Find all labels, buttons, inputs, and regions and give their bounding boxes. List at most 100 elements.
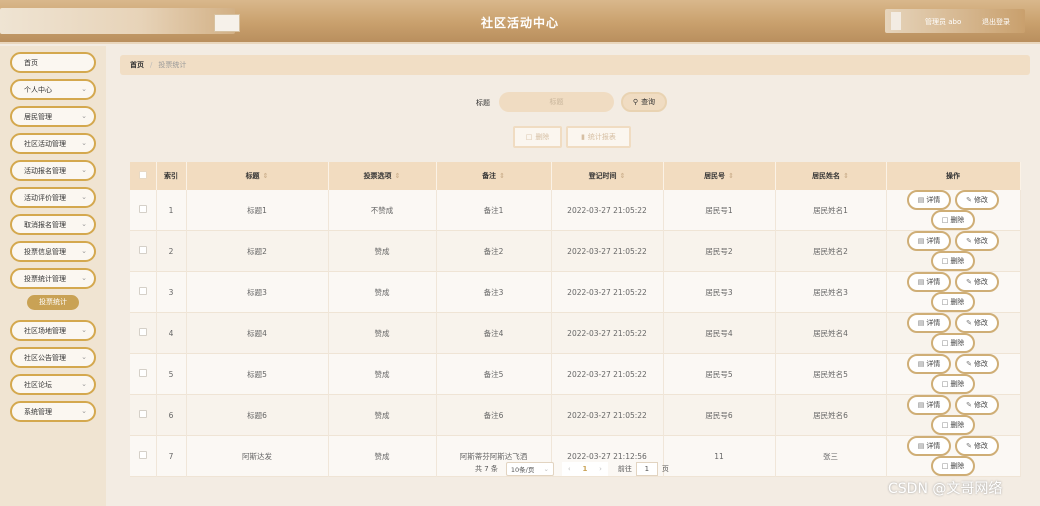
sort-icon[interactable]: ⇕ xyxy=(728,172,734,180)
sidebar-item[interactable]: 取消报名管理 ⌄ xyxy=(10,214,96,235)
search-button[interactable]: ⚲ 查询 xyxy=(621,92,667,112)
table-row: 1 标题1 不赞成 备注1 2022-03-27 21:05:22 居民号1 居民姓名1 ▤ 详… xyxy=(130,190,1021,231)
edit-button[interactable]: ✎ 修改 xyxy=(955,395,999,415)
detail-button[interactable]: ▤ 详情 xyxy=(907,395,951,415)
detail-button[interactable]: ▤ 详情 xyxy=(907,313,951,333)
edit-button[interactable]: ✎ 修改 xyxy=(955,436,999,456)
delete-button[interactable]: □ 删除 xyxy=(931,333,975,353)
page-size-select[interactable]: 10条/页 ⌄ xyxy=(505,462,554,476)
column-header[interactable]: 标题 ⇕ xyxy=(186,162,329,190)
column-header[interactable]: 备注 ⇕ xyxy=(436,162,552,190)
table-cell: 2022-03-27 21:05:22 xyxy=(551,230,664,272)
edit-button-label: 修改 xyxy=(973,360,988,368)
sort-icon[interactable]: ⇕ xyxy=(395,172,401,180)
detail-button-label: 详情 xyxy=(926,237,941,245)
sidebar-item[interactable]: 居民管理 ⌄ xyxy=(10,106,96,127)
row-checkbox[interactable] xyxy=(138,369,147,377)
detail-button[interactable]: ▤ 详情 xyxy=(907,190,951,210)
table-cell: 4 xyxy=(156,312,187,354)
detail-button-label: 详情 xyxy=(926,442,941,450)
edit-button[interactable]: ✎ 修改 xyxy=(955,272,999,292)
delete-button[interactable]: □ 删除 xyxy=(931,210,975,230)
current-page[interactable]: 1 xyxy=(582,465,587,473)
table-cell: 备注5 xyxy=(436,353,552,395)
sidebar: 首页个人中心 ⌄ 居民管理 ⌄ 社区活动管理 ⌄ 活动报名管理 ⌄ 活动评价管理 ⌄ 取消报名管理 ⌄… xyxy=(0,46,106,506)
sidebar-item[interactable]: 投票统计管理 ⌄ xyxy=(10,268,96,289)
select-all-checkbox[interactable] xyxy=(138,171,147,179)
pencil-icon: ✎ xyxy=(966,401,972,409)
page-navigator: ‹ 1 › xyxy=(561,462,608,476)
detail-button[interactable]: ▤ 详情 xyxy=(907,272,951,292)
delete-button[interactable]: □ 删除 xyxy=(931,251,975,271)
sidebar-item[interactable]: 首页 xyxy=(10,52,96,73)
sort-icon[interactable]: ⇕ xyxy=(499,172,505,180)
pagination: 共 7 条 10条/页 ⌄ ‹ 1 › 前往 1 页 xyxy=(475,462,669,476)
delete-button[interactable]: □ 删除 xyxy=(931,456,975,476)
row-checkbox[interactable] xyxy=(138,410,147,418)
column-header[interactable]: 登记时间 ⇕ xyxy=(551,162,664,190)
sidebar-item[interactable]: 投票信息管理 ⌄ xyxy=(10,241,96,262)
delete-button[interactable]: □ 删除 xyxy=(931,374,975,394)
edit-button-label: 修改 xyxy=(973,442,988,450)
row-checkbox[interactable] xyxy=(138,287,147,295)
sidebar-item[interactable]: 社区活动管理 ⌄ xyxy=(10,133,96,154)
row-checkbox[interactable] xyxy=(138,246,147,254)
pencil-icon: ✎ xyxy=(966,196,972,204)
delete-button[interactable]: □ 删除 xyxy=(931,292,975,312)
table-cell: 2022-03-27 21:05:22 xyxy=(551,271,664,313)
table-cell: 7 xyxy=(156,435,187,477)
pencil-icon: ✎ xyxy=(966,442,972,450)
column-header[interactable]: 投票选项 ⇕ xyxy=(328,162,437,190)
top-header: 社区活动中心 管理员 abo 退出登录 xyxy=(0,0,1040,44)
admin-panel-notch xyxy=(891,12,901,30)
detail-button[interactable]: ▤ 详情 xyxy=(907,436,951,456)
edit-button[interactable]: ✎ 修改 xyxy=(955,354,999,374)
breadcrumb-home[interactable]: 首页 xyxy=(130,60,144,70)
next-page-icon[interactable]: › xyxy=(599,465,602,473)
document-icon: ▤ xyxy=(917,237,925,245)
sidebar-item[interactable]: 个人中心 ⌄ xyxy=(10,79,96,100)
goto-page-input[interactable]: 1 xyxy=(635,462,658,476)
sidebar-item[interactable]: 活动报名管理 ⌄ xyxy=(10,160,96,181)
edit-button[interactable]: ✎ 修改 xyxy=(955,231,999,251)
column-header[interactable]: 居民号 ⇕ xyxy=(663,162,776,190)
sidebar-item[interactable]: 社区公告管理 ⌄ xyxy=(10,347,96,368)
sidebar-subitem-vote-stats[interactable]: 投票统计 xyxy=(27,295,79,310)
sidebar-item[interactable]: 社区场地管理 ⌄ xyxy=(10,320,96,341)
sidebar-item[interactable]: 社区论坛 ⌄ xyxy=(10,374,96,395)
table-cell: 不赞成 xyxy=(328,190,437,231)
document-icon: ▤ xyxy=(917,196,925,204)
search-input[interactable] xyxy=(499,92,614,112)
batch-delete-button[interactable]: □ 删除 xyxy=(513,126,562,148)
table-cell: 2 xyxy=(156,230,187,272)
table-cell: 居民姓名6 xyxy=(775,394,887,436)
table-cell: 5 xyxy=(156,353,187,395)
edit-button[interactable]: ✎ 修改 xyxy=(955,313,999,333)
detail-button[interactable]: ▤ 详情 xyxy=(907,231,951,251)
sort-icon[interactable]: ⇕ xyxy=(620,172,626,180)
table-cell: 赞成 xyxy=(328,435,437,477)
chevron-down-icon: ⌄ xyxy=(81,326,87,334)
detail-button[interactable]: ▤ 详情 xyxy=(907,354,951,374)
column-header-label: 登记时间 xyxy=(588,172,617,180)
logout-link[interactable]: 退出登录 xyxy=(982,17,1010,27)
report-button[interactable]: ▮ 统计报表 xyxy=(566,126,631,148)
chevron-down-icon: ⌄ xyxy=(81,353,87,361)
row-checkbox[interactable] xyxy=(138,205,147,213)
table-cell: 标题6 xyxy=(186,394,329,436)
column-header[interactable]: 居民姓名 ⇕ xyxy=(775,162,887,190)
edit-button[interactable]: ✎ 修改 xyxy=(955,190,999,210)
row-select-cell xyxy=(130,353,157,395)
row-checkbox[interactable] xyxy=(138,451,147,459)
sidebar-item[interactable]: 活动评价管理 ⌄ xyxy=(10,187,96,208)
sort-icon[interactable]: ⇕ xyxy=(263,172,269,180)
delete-button-label: 删除 xyxy=(950,462,965,470)
column-header-label: 居民姓名 xyxy=(812,172,841,180)
delete-button[interactable]: □ 删除 xyxy=(931,415,975,435)
prev-page-icon[interactable]: ‹ xyxy=(568,465,571,473)
sidebar-item[interactable]: 系统管理 ⌄ xyxy=(10,401,96,422)
row-checkbox[interactable] xyxy=(138,328,147,336)
sort-icon[interactable]: ⇕ xyxy=(843,172,849,180)
row-select-cell xyxy=(130,230,157,272)
edit-button-label: 修改 xyxy=(973,278,988,286)
